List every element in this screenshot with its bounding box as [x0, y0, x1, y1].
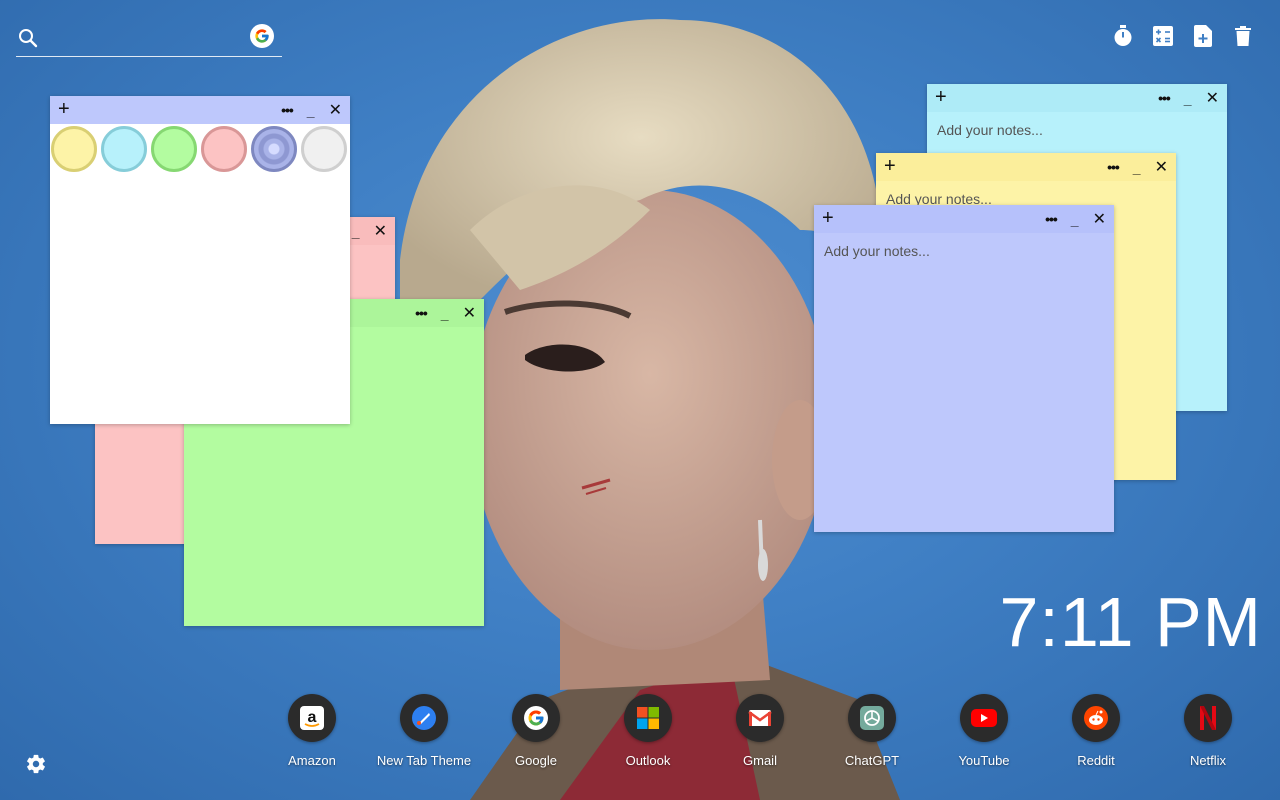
- shortcut-outlook[interactable]: Outlook: [592, 694, 704, 768]
- note-controls: ••• _ ✕: [281, 96, 342, 124]
- sticky-note-purple[interactable]: + ••• _ ✕ Add your notes...: [814, 205, 1114, 532]
- search-bar[interactable]: [16, 24, 282, 57]
- shortcut-label: YouTube: [958, 753, 1010, 768]
- note-controls: ••• _ ✕: [1045, 205, 1106, 233]
- add-note-button[interactable]: +: [822, 208, 834, 228]
- more-options-icon[interactable]: •••: [1107, 159, 1120, 175]
- shortcut-reddit[interactable]: Reddit: [1040, 694, 1152, 768]
- shortcut-label: ChatGPT: [844, 753, 900, 768]
- calculator-button[interactable]: [1152, 24, 1174, 48]
- close-icon[interactable]: ✕: [1206, 88, 1219, 108]
- shortcut-chatgpt[interactable]: ChatGPT: [816, 694, 928, 768]
- trash-icon: [1235, 26, 1251, 46]
- gmail-icon: [736, 694, 784, 742]
- note-header[interactable]: + ••• _ ✕: [50, 96, 350, 124]
- amazon-icon: a: [288, 694, 336, 742]
- note-controls: ••• _ ✕: [1158, 84, 1219, 112]
- more-options-icon[interactable]: •••: [1158, 90, 1171, 106]
- add-note-button[interactable]: [1192, 24, 1214, 48]
- note-text-area[interactable]: Add your notes...: [927, 112, 1227, 148]
- shortcut-label: Netflix: [1189, 753, 1227, 768]
- more-options-icon[interactable]: •••: [281, 102, 294, 118]
- shortcut-new-tab-theme[interactable]: New Tab Theme: [368, 694, 480, 768]
- chatgpt-icon: [848, 694, 896, 742]
- timer-icon: [1114, 25, 1132, 46]
- clock: 7:11 PM: [999, 583, 1262, 661]
- delete-button[interactable]: [1232, 24, 1254, 48]
- minimize-icon[interactable]: _: [1133, 160, 1141, 176]
- shortcut-label: Gmail: [743, 753, 777, 768]
- google-g-icon: [255, 29, 269, 43]
- minimize-icon[interactable]: _: [1184, 91, 1192, 107]
- google-search-icon[interactable]: [250, 24, 274, 48]
- timer-button[interactable]: [1112, 24, 1134, 48]
- youtube-icon: [960, 694, 1008, 742]
- svg-text:a: a: [308, 709, 317, 726]
- add-note-icon: [1194, 25, 1212, 47]
- color-swatch-green[interactable]: [151, 126, 197, 172]
- note-header[interactable]: + ••• _ ✕: [927, 84, 1227, 112]
- shortcut-label: Reddit: [1077, 753, 1115, 768]
- gear-icon: [27, 754, 45, 774]
- add-note-button[interactable]: +: [58, 99, 70, 119]
- color-swatch-pink[interactable]: [201, 126, 247, 172]
- note-text-area[interactable]: [50, 174, 350, 194]
- minimize-icon[interactable]: _: [352, 224, 360, 240]
- new-tab-theme-icon: [400, 694, 448, 742]
- calculator-icon: [1153, 26, 1173, 46]
- minimize-icon[interactable]: _: [1071, 212, 1079, 228]
- minimize-icon[interactable]: _: [307, 103, 315, 119]
- add-note-button[interactable]: +: [884, 156, 896, 176]
- close-icon[interactable]: ✕: [1155, 157, 1168, 177]
- color-swatch-blue[interactable]: [101, 126, 147, 172]
- shortcut-youtube[interactable]: YouTube: [928, 694, 1040, 768]
- outlook-icon: [624, 694, 672, 742]
- more-options-icon[interactable]: •••: [1045, 211, 1058, 227]
- shortcut-netflix[interactable]: Netflix: [1152, 694, 1264, 768]
- close-icon[interactable]: ✕: [1093, 209, 1106, 229]
- google-icon: [512, 694, 560, 742]
- color-swatch-yellow[interactable]: [51, 126, 97, 172]
- search-icon: [19, 29, 38, 48]
- close-icon[interactable]: ✕: [329, 100, 342, 120]
- netflix-icon: [1184, 694, 1232, 742]
- minimize-icon[interactable]: _: [441, 306, 449, 322]
- shortcut-amazon[interactable]: a Amazon: [256, 694, 368, 768]
- sticky-note-white[interactable]: + ••• _ ✕: [50, 96, 350, 424]
- note-controls: ••• _ ✕: [415, 299, 476, 327]
- color-swatch-white[interactable]: [301, 126, 347, 172]
- shortcut-label: Google: [515, 753, 557, 768]
- note-header[interactable]: + ••• _ ✕: [876, 153, 1176, 181]
- top-toolbar: [1112, 24, 1254, 48]
- color-picker: [50, 124, 350, 174]
- reddit-icon: [1072, 694, 1120, 742]
- shortcut-label: Amazon: [288, 753, 336, 768]
- note-text-area[interactable]: Add your notes...: [814, 233, 1114, 269]
- more-options-icon[interactable]: •••: [415, 305, 428, 321]
- settings-button[interactable]: [25, 753, 47, 775]
- shortcut-label: New Tab Theme: [376, 753, 472, 768]
- color-swatch-purple[interactable]: [251, 126, 297, 172]
- shortcut-google[interactable]: Google: [480, 694, 592, 768]
- add-note-button[interactable]: +: [935, 87, 947, 107]
- shortcut-gmail[interactable]: Gmail: [704, 694, 816, 768]
- search-input[interactable]: [52, 28, 246, 52]
- note-header[interactable]: + ••• _ ✕: [814, 205, 1114, 233]
- shortcut-label: Outlook: [625, 753, 671, 768]
- note-controls: ••• _ ✕: [1107, 153, 1168, 181]
- close-icon[interactable]: ✕: [374, 221, 387, 241]
- close-icon[interactable]: ✕: [463, 303, 476, 323]
